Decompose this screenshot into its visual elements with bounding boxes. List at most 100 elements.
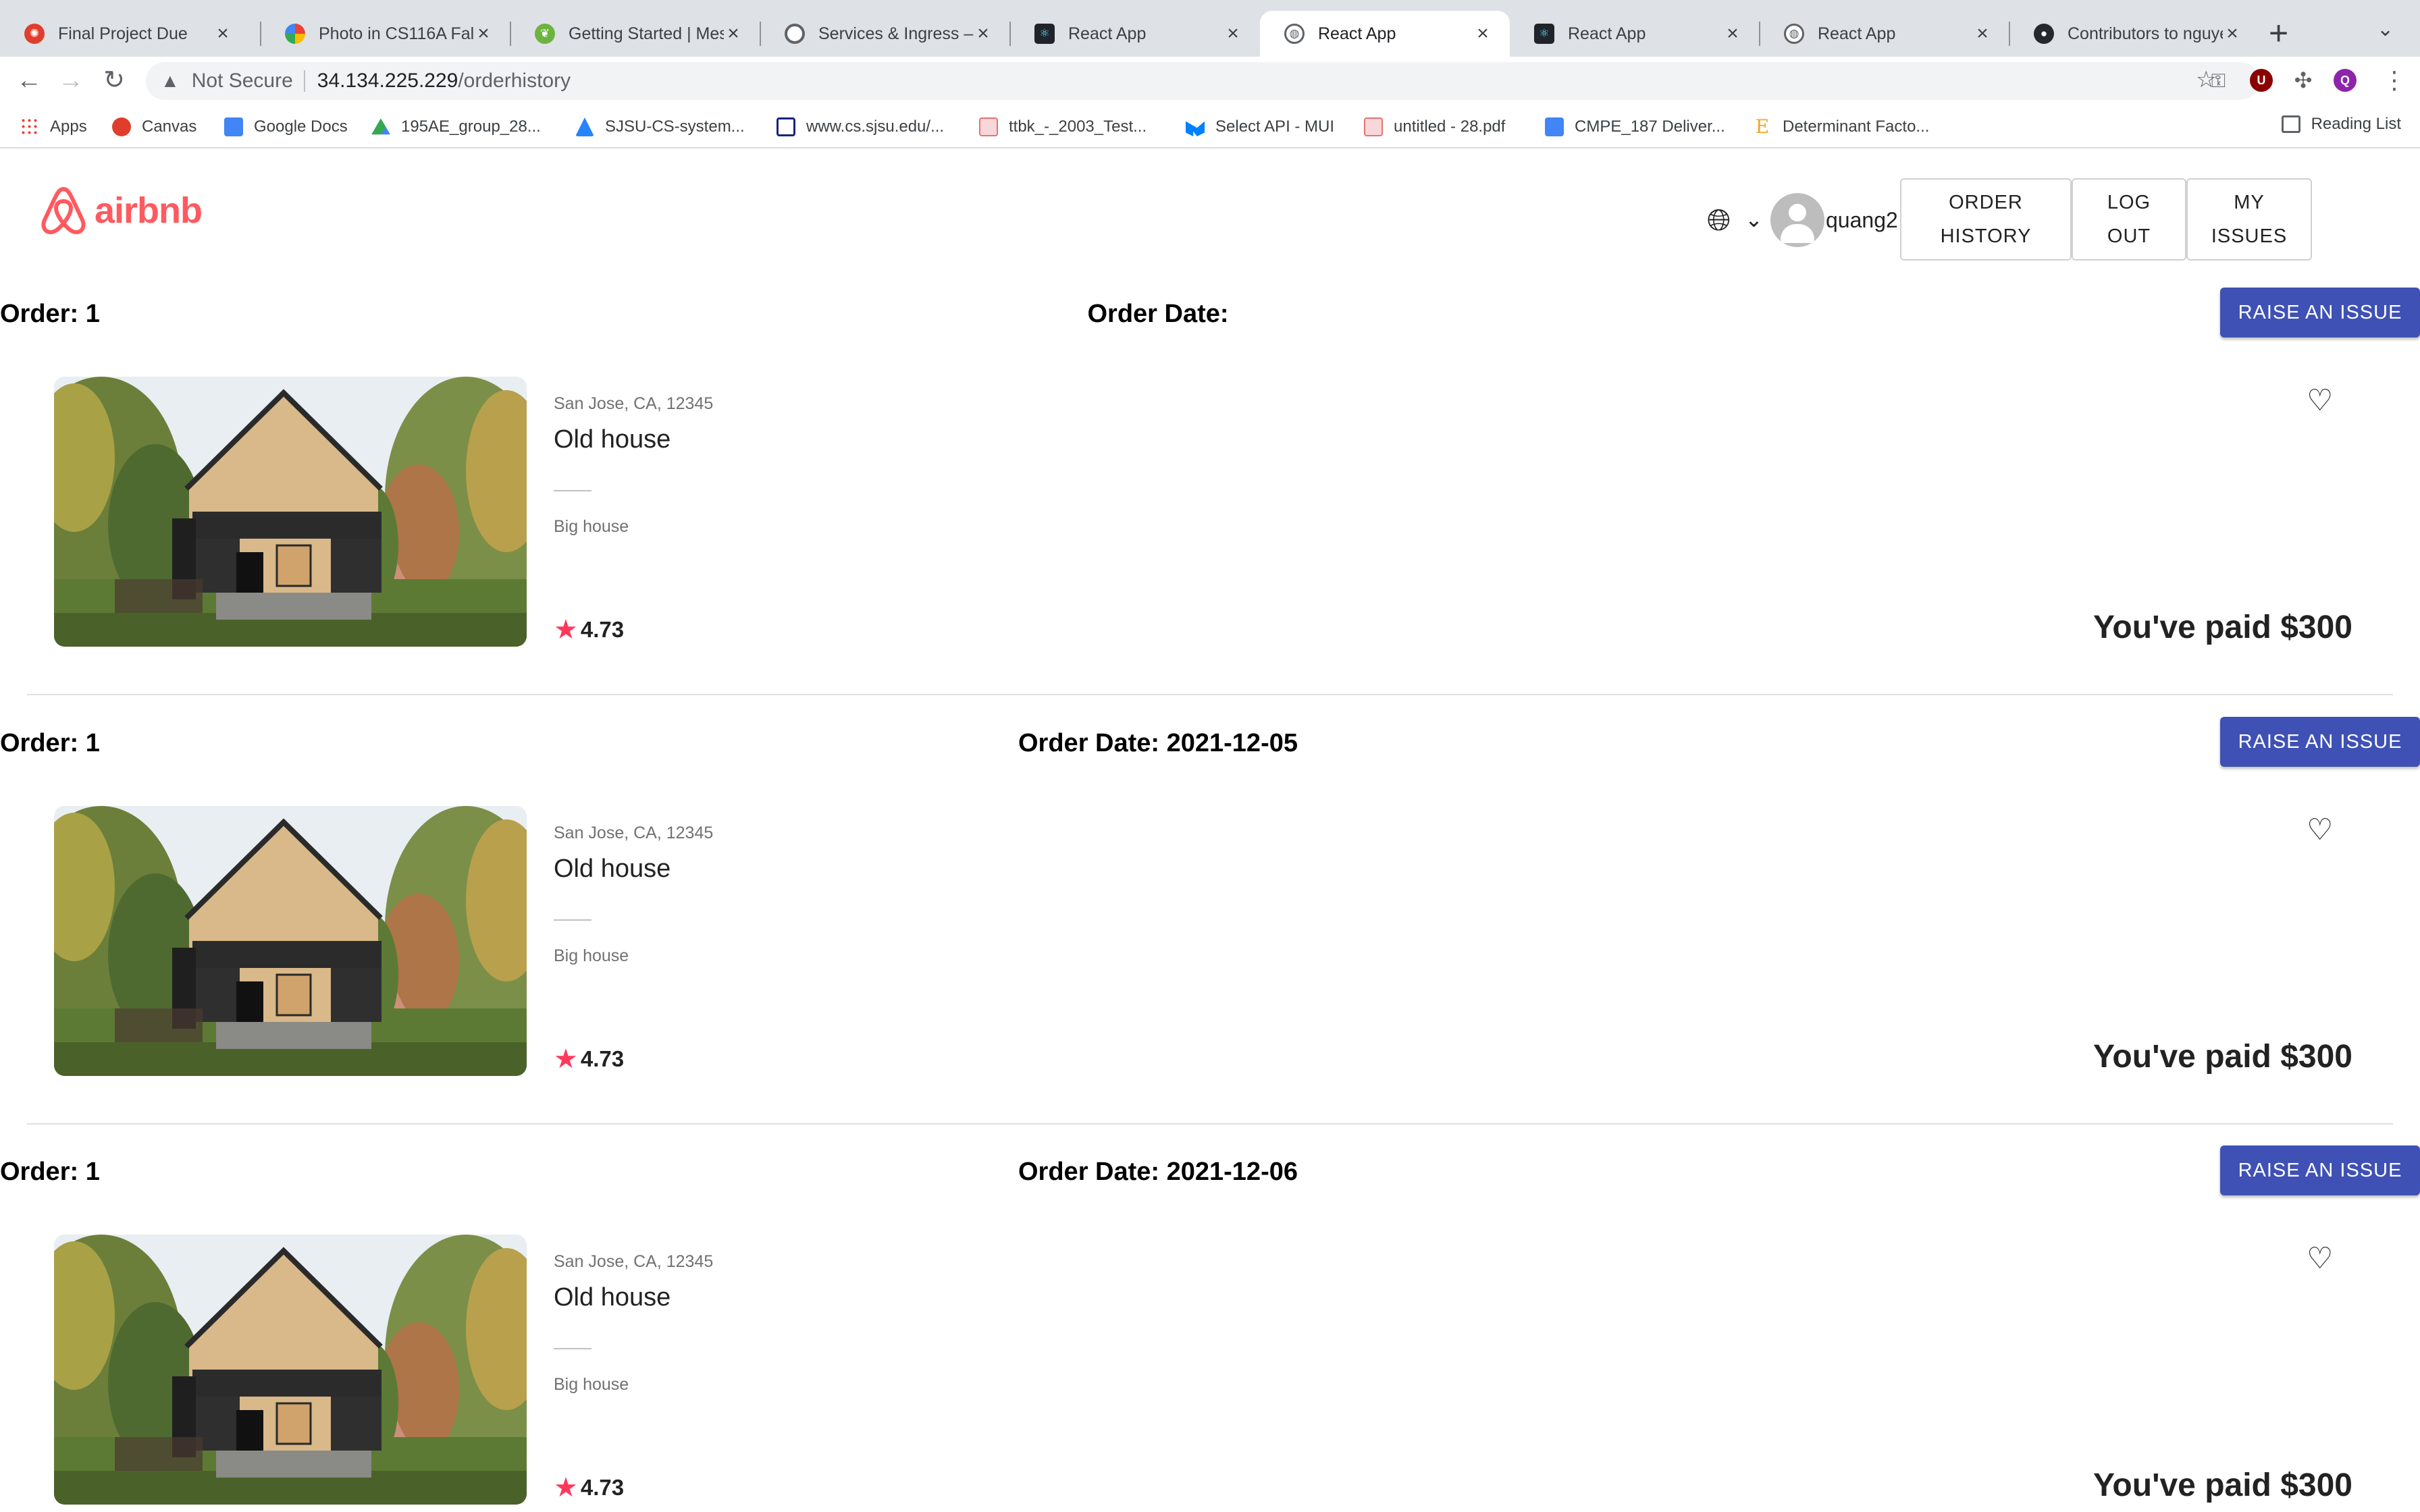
listing-image[interactable] <box>54 1235 527 1505</box>
browser-tab[interactable]: ◍ React App × <box>1760 11 2009 57</box>
username: quang2 <box>1826 208 1898 232</box>
more-menu-icon[interactable]: ⋮ <box>2382 66 2406 94</box>
order-date: Order Date: <box>1087 300 1229 328</box>
bookmark-cs-sjsu[interactable]: www.cs.sjsu.edu/... <box>777 115 944 139</box>
bookmark-drive[interactable]: 195AE_group_28... <box>371 115 541 139</box>
bookmark-label: untitled - 28.pdf <box>1394 117 1506 136</box>
bookmark-label: Determinant Facto... <box>1783 117 1930 136</box>
log-out-button[interactable]: LOG OUT <box>2072 178 2186 261</box>
close-icon[interactable]: × <box>213 22 232 45</box>
raise-issue-button[interactable]: RAISE AN ISSUE <box>2220 1145 2420 1195</box>
close-icon[interactable]: × <box>1224 22 1242 45</box>
my-issues-button[interactable]: MY ISSUES <box>2186 178 2312 261</box>
favorite-heart-icon[interactable]: ♡ <box>2307 813 2333 847</box>
tab-title: Photo in CS116A Fall <box>319 24 474 43</box>
browser-tab[interactable]: ❦ Getting Started | Mes × <box>510 11 760 57</box>
bookmark-sjsu[interactable]: SJSU-CS-system... <box>575 115 745 139</box>
reload-icon[interactable]: ↻ <box>99 65 130 96</box>
order-date: Order Date: 2021-12-05 <box>1018 729 1298 757</box>
tab-search-chevron-icon[interactable]: ⌄ <box>2377 18 2394 41</box>
close-icon[interactable]: × <box>1723 22 1742 45</box>
browser-tab[interactable]: Services & Ingress – × <box>760 11 1010 57</box>
listing-description: Big house <box>554 517 629 536</box>
listing-title: Old house <box>554 855 671 883</box>
close-icon[interactable]: × <box>974 22 993 45</box>
listing-title: Old house <box>554 1283 671 1312</box>
star-icon: ★ <box>554 1473 578 1503</box>
forward-arrow-icon[interactable]: → <box>55 65 86 96</box>
browser-tab-active[interactable]: ◍ React App × <box>1260 11 1510 57</box>
bookmark-cmpe187[interactable]: CMPE_187 Deliver... <box>1545 115 1725 139</box>
listing-rating: ★ 4.73 <box>554 1044 624 1075</box>
url-host[interactable]: 34.134.225.229 <box>317 70 458 92</box>
ublock-extension-icon[interactable]: U <box>2250 69 2273 92</box>
browser-tab[interactable]: ● Contributors to nguye × <box>2009 11 2259 57</box>
close-icon[interactable]: × <box>724 22 743 45</box>
star-icon: ★ <box>554 1044 578 1074</box>
favorite-heart-icon[interactable]: ♡ <box>2307 1241 2333 1276</box>
listing-location: San Jose, CA, 12345 <box>554 824 714 842</box>
close-icon[interactable]: × <box>474 22 493 45</box>
spring-icon: ❦ <box>535 24 555 44</box>
url-path[interactable]: /orderhistory <box>458 70 571 92</box>
bookmark-label: Apps <box>50 117 87 136</box>
profile-avatar-icon[interactable]: Q <box>2334 69 2357 92</box>
bookmark-mui[interactable]: Select API - MUI <box>1186 115 1334 139</box>
bookmark-pdf-1[interactable]: ttbk_-_2003_Test... <box>979 115 1147 139</box>
security-status[interactable]: Not Secure <box>192 70 293 92</box>
avatar-body-shape <box>1781 224 1814 243</box>
browser-tab[interactable]: ✺ Final Project Due × <box>0 11 250 57</box>
warning-icon[interactable]: ▲ <box>161 70 180 92</box>
back-arrow-icon[interactable]: ← <box>14 65 45 96</box>
bookmark-label: Select API - MUI <box>1215 117 1335 136</box>
new-tab-button[interactable]: + <box>2269 16 2288 50</box>
mui-icon <box>1186 121 1205 136</box>
rating-value: 4.73 <box>580 1046 625 1071</box>
tab-title: React App <box>1068 24 1147 43</box>
tab-title: Services & Ingress – <box>818 24 974 43</box>
close-icon[interactable]: × <box>1973 22 1992 45</box>
browser-tab[interactable]: ⚛ React App × <box>1010 11 1260 57</box>
reading-list[interactable]: Reading List <box>2281 115 2401 134</box>
google-photos-icon <box>285 24 305 44</box>
chevron-down-icon[interactable]: ⌄ <box>1745 207 1763 232</box>
airbnb-belo-icon <box>41 187 86 234</box>
bookmark-canvas[interactable]: Canvas <box>112 115 196 139</box>
favorite-heart-icon[interactable]: ♡ <box>2307 383 2333 418</box>
apps-grid-icon <box>20 117 39 136</box>
browser-toolbar: ← → ↻ ▲ Not Secure 34.134.225.229/orderh… <box>0 57 2420 104</box>
airbnb-logo[interactable]: airbnb <box>39 185 203 236</box>
pdf-icon <box>979 117 998 136</box>
reading-list-icon <box>2281 115 2300 133</box>
browser-tab[interactable]: ⚛ React App × <box>1510 11 1760 57</box>
user-avatar[interactable] <box>1770 193 1824 247</box>
paid-amount: You've paid $300 <box>2093 1467 2352 1503</box>
raise-issue-button[interactable]: RAISE AN ISSUE <box>2220 288 2420 338</box>
paid-amount: You've paid $300 <box>2093 610 2352 645</box>
listing-image[interactable] <box>54 806 527 1076</box>
globe-icon[interactable]: 🌐︎ <box>1707 204 1731 238</box>
listing-rating: ★ 4.73 <box>554 614 624 645</box>
gcp-icon <box>785 24 805 44</box>
listing-image[interactable] <box>54 377 527 647</box>
puzzle-extensions-icon[interactable]: ✣ <box>2292 68 2315 92</box>
nav-label-line: ISSUES <box>2211 225 2288 247</box>
bookmark-star-icon[interactable]: ☆ <box>2196 66 2216 93</box>
bookmarks-bar: Apps Canvas Google Docs 195AE_group_28..… <box>0 104 2420 148</box>
bookmark-google-docs[interactable]: Google Docs <box>224 115 348 139</box>
close-icon[interactable]: × <box>2223 22 2242 45</box>
tab-title: Contributors to nguye <box>2068 24 2223 43</box>
listing-location: San Jose, CA, 12345 <box>554 394 714 413</box>
raise-issue-button[interactable]: RAISE AN ISSUE <box>2220 717 2420 767</box>
paid-amount: You've paid $300 <box>2093 1039 2352 1075</box>
bookmark-label: SJSU-CS-system... <box>605 117 745 136</box>
close-icon[interactable]: × <box>1473 22 1492 45</box>
bookmark-determinant[interactable]: E Determinant Facto... <box>1753 115 1930 139</box>
sjsu-icon <box>777 117 795 136</box>
bookmark-pdf-2[interactable]: untitled - 28.pdf <box>1364 115 1505 139</box>
browser-tab[interactable]: Photo in CS116A Fall × <box>261 11 510 57</box>
order-history-button[interactable]: ORDER HISTORY <box>1900 178 2072 261</box>
react-icon: ⚛ <box>1534 24 1554 44</box>
bookmark-apps[interactable]: Apps <box>20 115 87 139</box>
address-bar[interactable]: ▲ Not Secure 34.134.225.229/orderhistory… <box>146 62 2259 100</box>
